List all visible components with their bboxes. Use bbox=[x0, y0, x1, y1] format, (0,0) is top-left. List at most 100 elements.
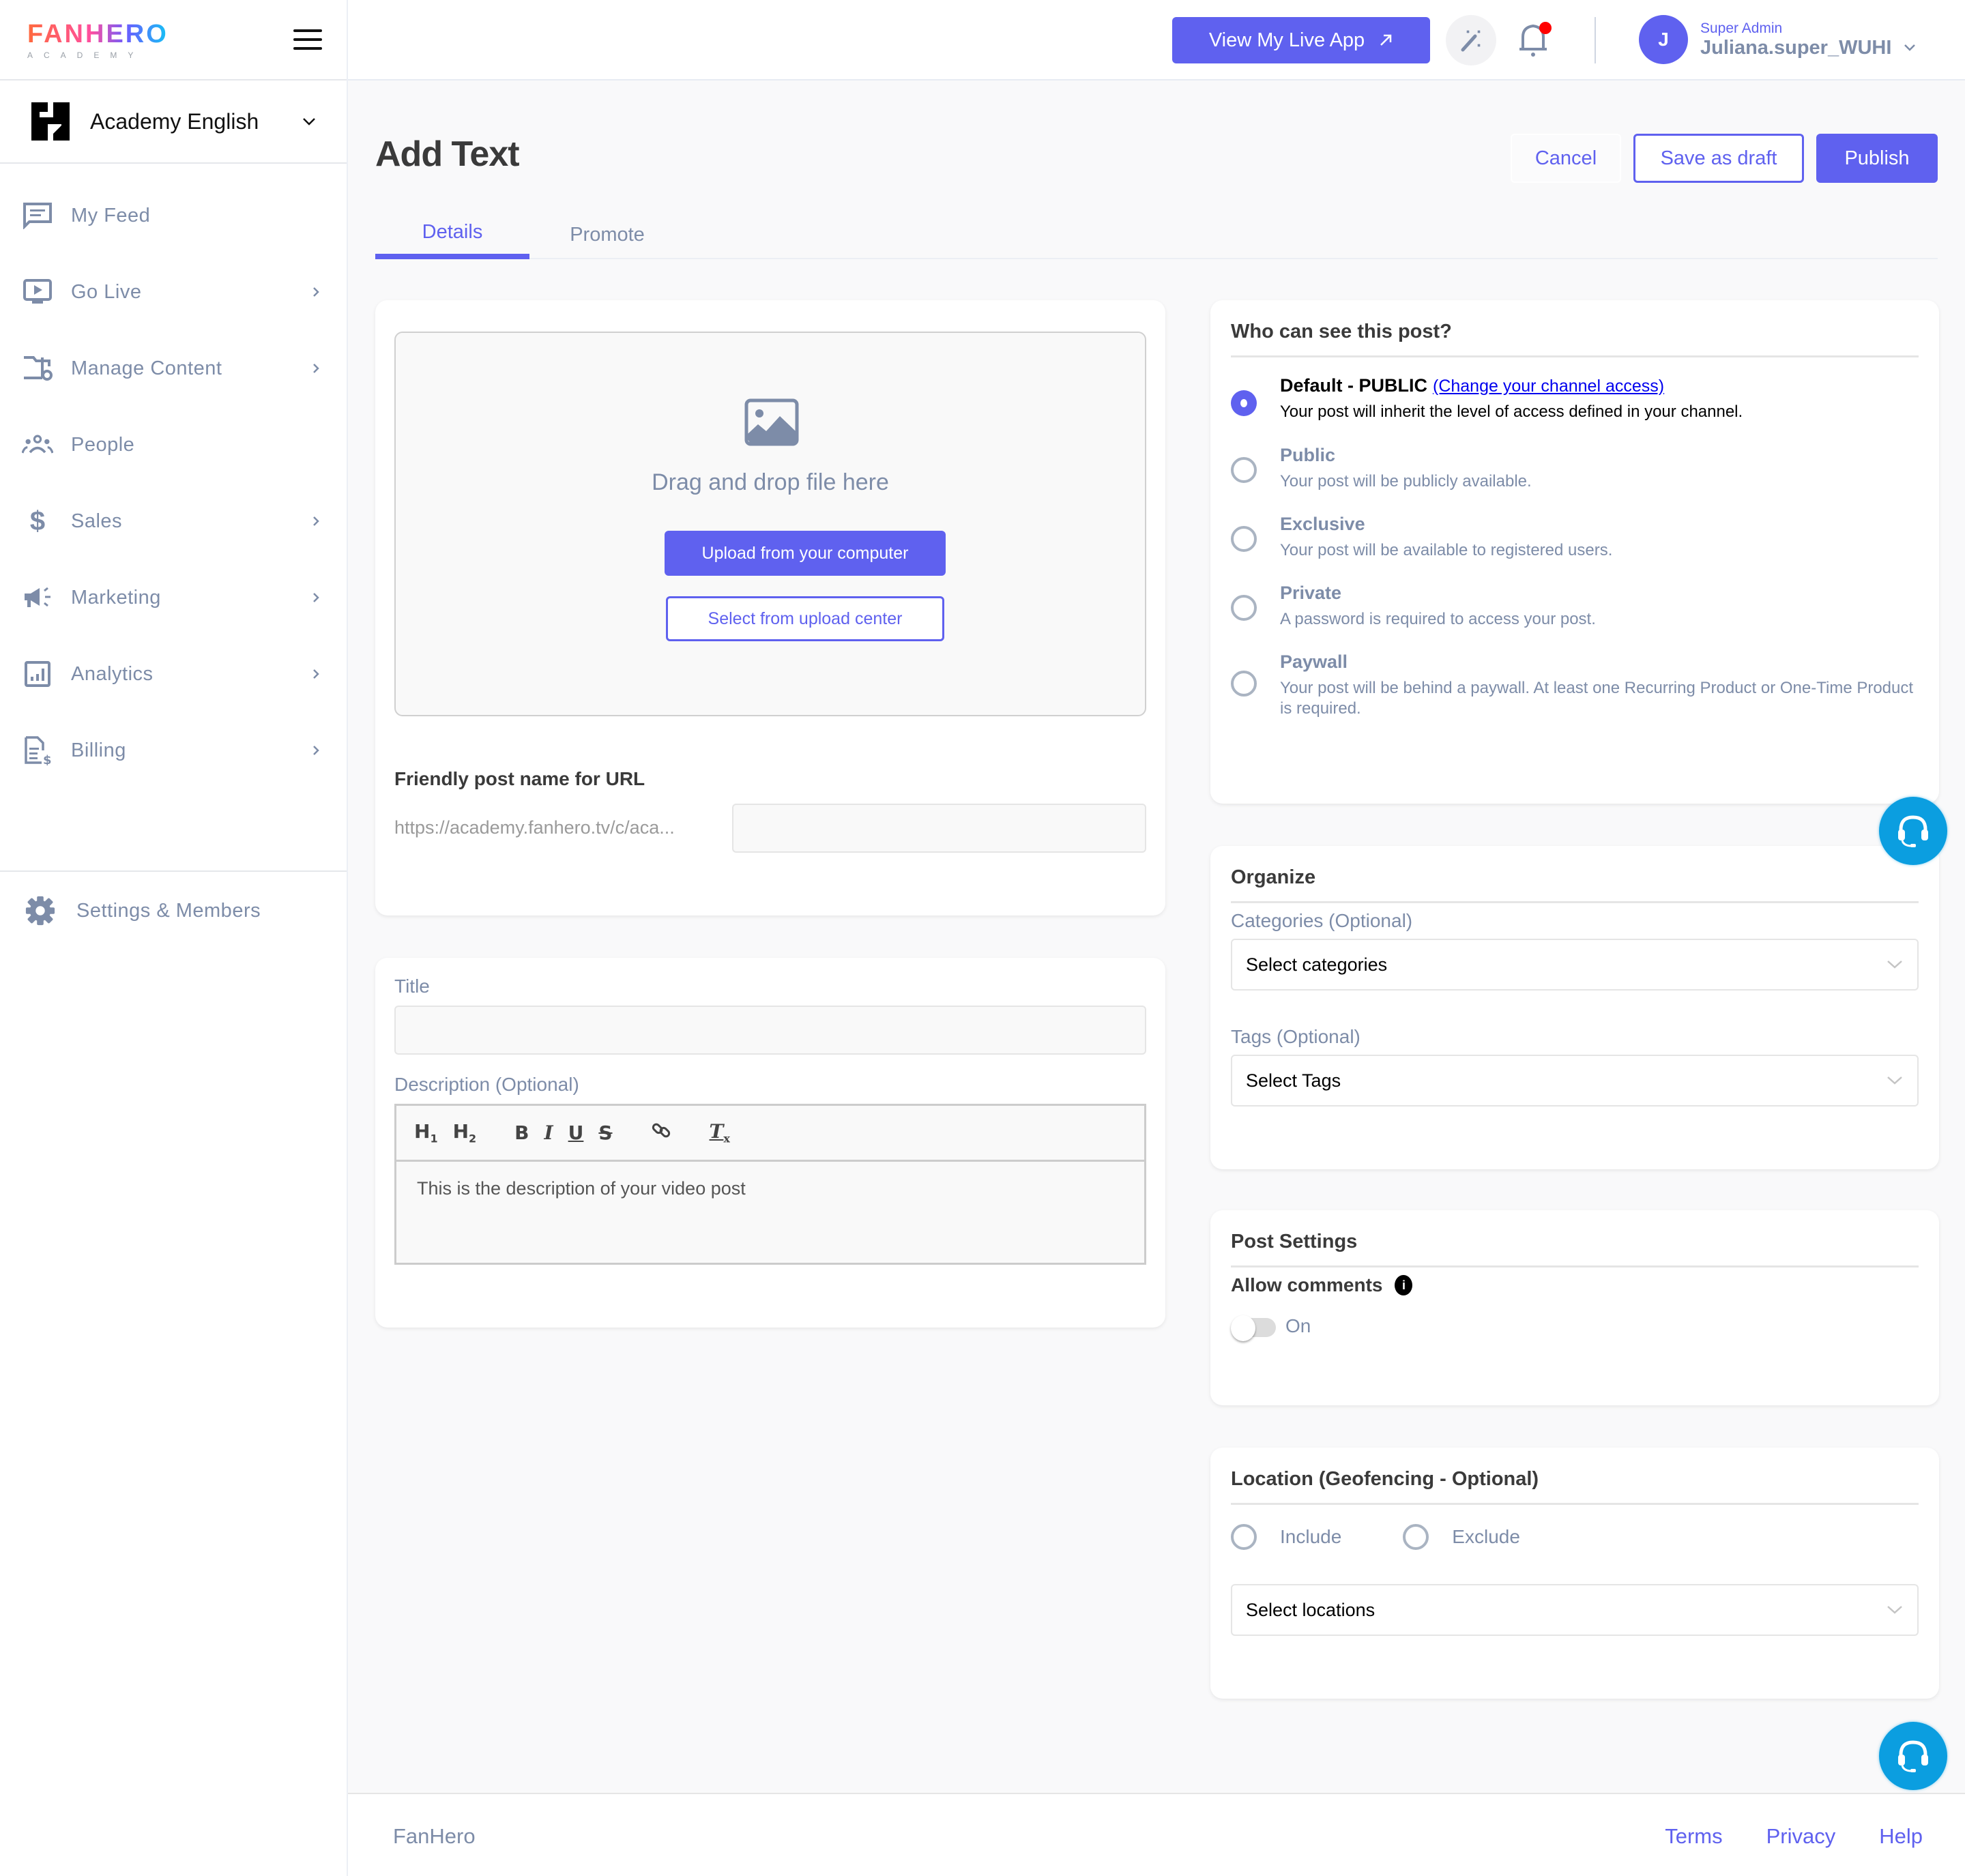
notifications-button[interactable] bbox=[1516, 19, 1557, 63]
underline-icon[interactable]: U bbox=[568, 1122, 584, 1144]
heading1-icon[interactable]: H1 bbox=[414, 1120, 438, 1145]
sidebar-item-my-feed[interactable]: My Feed bbox=[0, 177, 347, 254]
file-dropzone[interactable]: Drag and drop file here Upload from your… bbox=[394, 332, 1146, 716]
sidebar-item-analytics[interactable]: Analytics bbox=[0, 636, 347, 712]
hamburger-menu-icon[interactable] bbox=[293, 29, 322, 50]
sidebar-item-billing[interactable]: $ Billing bbox=[0, 712, 347, 789]
radio-checked-icon[interactable] bbox=[1231, 390, 1257, 416]
logo-text: FANHERO bbox=[27, 19, 169, 48]
friendly-url-input[interactable] bbox=[732, 804, 1146, 853]
magic-wand-button[interactable] bbox=[1446, 15, 1496, 65]
location-exclude-option[interactable]: Exclude bbox=[1403, 1524, 1520, 1550]
tags-label: Tags (Optional) bbox=[1231, 1026, 1360, 1047]
visibility-option-private[interactable]: Private A password is required to access… bbox=[1231, 583, 1919, 630]
sidebar-item-label: Manage Content bbox=[71, 357, 222, 379]
description-editor: H1 H2 B I U S Tx This is the description… bbox=[394, 1104, 1146, 1265]
clear-format-icon[interactable]: Tx bbox=[710, 1120, 730, 1145]
link-icon[interactable] bbox=[651, 1120, 671, 1145]
sidebar-item-marketing[interactable]: Marketing bbox=[0, 559, 347, 636]
bold-icon[interactable]: B bbox=[514, 1122, 529, 1144]
sidebar-item-label: Analytics bbox=[71, 662, 154, 685]
channel-logo-icon bbox=[31, 102, 70, 141]
live-tv-icon bbox=[22, 276, 53, 308]
heading2-icon[interactable]: H2 bbox=[453, 1120, 477, 1145]
image-icon bbox=[744, 398, 799, 446]
select-from-upload-center-button[interactable]: Select from upload center bbox=[666, 596, 944, 641]
footer: FanHero Terms Privacy Help bbox=[348, 1793, 1965, 1876]
radio-icon[interactable] bbox=[1231, 526, 1257, 552]
categories-select[interactable]: Select categories bbox=[1231, 939, 1919, 991]
user-menu[interactable]: J Super Admin Juliana.super_WUHI bbox=[1639, 15, 1916, 64]
visibility-card: Who can see this post? Default - PUBLIC (… bbox=[1210, 300, 1939, 804]
support-chat-button[interactable] bbox=[1879, 1722, 1947, 1790]
tags-select[interactable]: Select Tags bbox=[1231, 1055, 1919, 1106]
option-description: A password is required to access your po… bbox=[1280, 610, 1596, 628]
radio-icon[interactable] bbox=[1403, 1524, 1429, 1550]
description-textarea[interactable]: This is the description of your video po… bbox=[396, 1162, 1144, 1216]
change-channel-access-link[interactable]: (Change your channel access) bbox=[1433, 377, 1664, 396]
sidebar-item-people[interactable]: People bbox=[0, 407, 347, 483]
editor-toolbar: H1 H2 B I U S Tx bbox=[396, 1106, 1144, 1162]
post-settings-card: Post Settings Allow comments i On bbox=[1210, 1210, 1939, 1405]
tab-promote[interactable]: Promote bbox=[553, 216, 662, 259]
description-label: Description (Optional) bbox=[394, 1074, 579, 1095]
upload-from-computer-button[interactable]: Upload from your computer bbox=[665, 531, 946, 576]
chevron-right-icon bbox=[313, 593, 319, 602]
cancel-button[interactable]: Cancel bbox=[1511, 134, 1621, 183]
radio-icon[interactable] bbox=[1231, 671, 1257, 697]
allow-comments-label: Allow comments bbox=[1231, 1274, 1383, 1295]
allow-comments-toggle[interactable]: On bbox=[1231, 1315, 1311, 1341]
title-input[interactable] bbox=[394, 1006, 1146, 1055]
avatar: J bbox=[1639, 15, 1688, 64]
notification-badge bbox=[1539, 22, 1552, 34]
locations-placeholder: Select locations bbox=[1246, 1599, 1376, 1620]
radio-icon[interactable] bbox=[1231, 1524, 1257, 1550]
privacy-link[interactable]: Privacy bbox=[1766, 1824, 1836, 1849]
option-title: Public bbox=[1280, 445, 1336, 465]
radio-icon[interactable] bbox=[1231, 595, 1257, 621]
chevron-right-icon bbox=[313, 516, 319, 526]
sidebar-item-sales[interactable]: $ Sales bbox=[0, 483, 347, 559]
visibility-option-exclusive[interactable]: Exclusive Your post will be available to… bbox=[1231, 514, 1919, 561]
terms-link[interactable]: Terms bbox=[1665, 1824, 1722, 1849]
sidebar-divider bbox=[0, 870, 347, 872]
gear-icon bbox=[25, 895, 56, 926]
sidebar-item-go-live[interactable]: Go Live bbox=[0, 254, 347, 330]
view-live-app-label: View My Live App bbox=[1208, 29, 1365, 51]
sidebar-item-manage-content[interactable]: Manage Content bbox=[0, 330, 347, 407]
tab-details[interactable]: Details bbox=[375, 216, 529, 259]
user-name: Juliana.super_WUHI bbox=[1700, 36, 1892, 59]
fanhero-logo[interactable]: FANHERO ACADEMY bbox=[27, 20, 169, 60]
visibility-option-public[interactable]: Public Your post will be publicly availa… bbox=[1231, 445, 1919, 492]
toggle-switch[interactable] bbox=[1231, 1315, 1276, 1341]
visibility-option-paywall[interactable]: Paywall Your post will be behind a paywa… bbox=[1231, 651, 1919, 719]
title-label: Title bbox=[394, 976, 430, 997]
categories-label: Categories (Optional) bbox=[1231, 910, 1413, 931]
chevron-right-icon bbox=[313, 287, 319, 297]
strikethrough-icon[interactable]: S bbox=[598, 1122, 612, 1144]
footer-links: Terms Privacy Help bbox=[1665, 1824, 1923, 1849]
channel-selector[interactable]: Academy English bbox=[0, 80, 347, 164]
location-include-option[interactable]: Include bbox=[1231, 1524, 1341, 1550]
sidebar-item-label: Sales bbox=[71, 510, 123, 532]
radio-icon[interactable] bbox=[1231, 457, 1257, 483]
headset-icon bbox=[1898, 1740, 1928, 1772]
analytics-icon bbox=[22, 658, 53, 690]
publish-button[interactable]: Publish bbox=[1816, 134, 1938, 183]
organize-heading: Organize bbox=[1231, 866, 1919, 903]
visibility-option-default[interactable]: Default - PUBLIC (Change your channel acc… bbox=[1231, 375, 1919, 422]
help-link[interactable]: Help bbox=[1879, 1824, 1923, 1849]
view-live-app-button[interactable]: View My Live App bbox=[1172, 17, 1430, 63]
user-role: Super Admin bbox=[1700, 20, 1783, 36]
option-title: Private bbox=[1280, 583, 1342, 603]
sidebar-item-settings-members[interactable]: Settings & Members bbox=[0, 880, 347, 941]
sidebar: FANHERO ACADEMY Academy English My Feed … bbox=[0, 0, 348, 1876]
support-chat-button[interactable] bbox=[1879, 797, 1947, 865]
drop-text: Drag and drop file here bbox=[652, 469, 889, 495]
locations-select[interactable]: Select locations bbox=[1231, 1584, 1919, 1636]
chevron-down-icon bbox=[1887, 1606, 1902, 1614]
italic-icon[interactable]: I bbox=[544, 1122, 553, 1144]
billing-icon: $ bbox=[22, 735, 53, 766]
save-draft-button[interactable]: Save as draft bbox=[1633, 134, 1804, 183]
info-icon[interactable]: i bbox=[1395, 1275, 1413, 1295]
